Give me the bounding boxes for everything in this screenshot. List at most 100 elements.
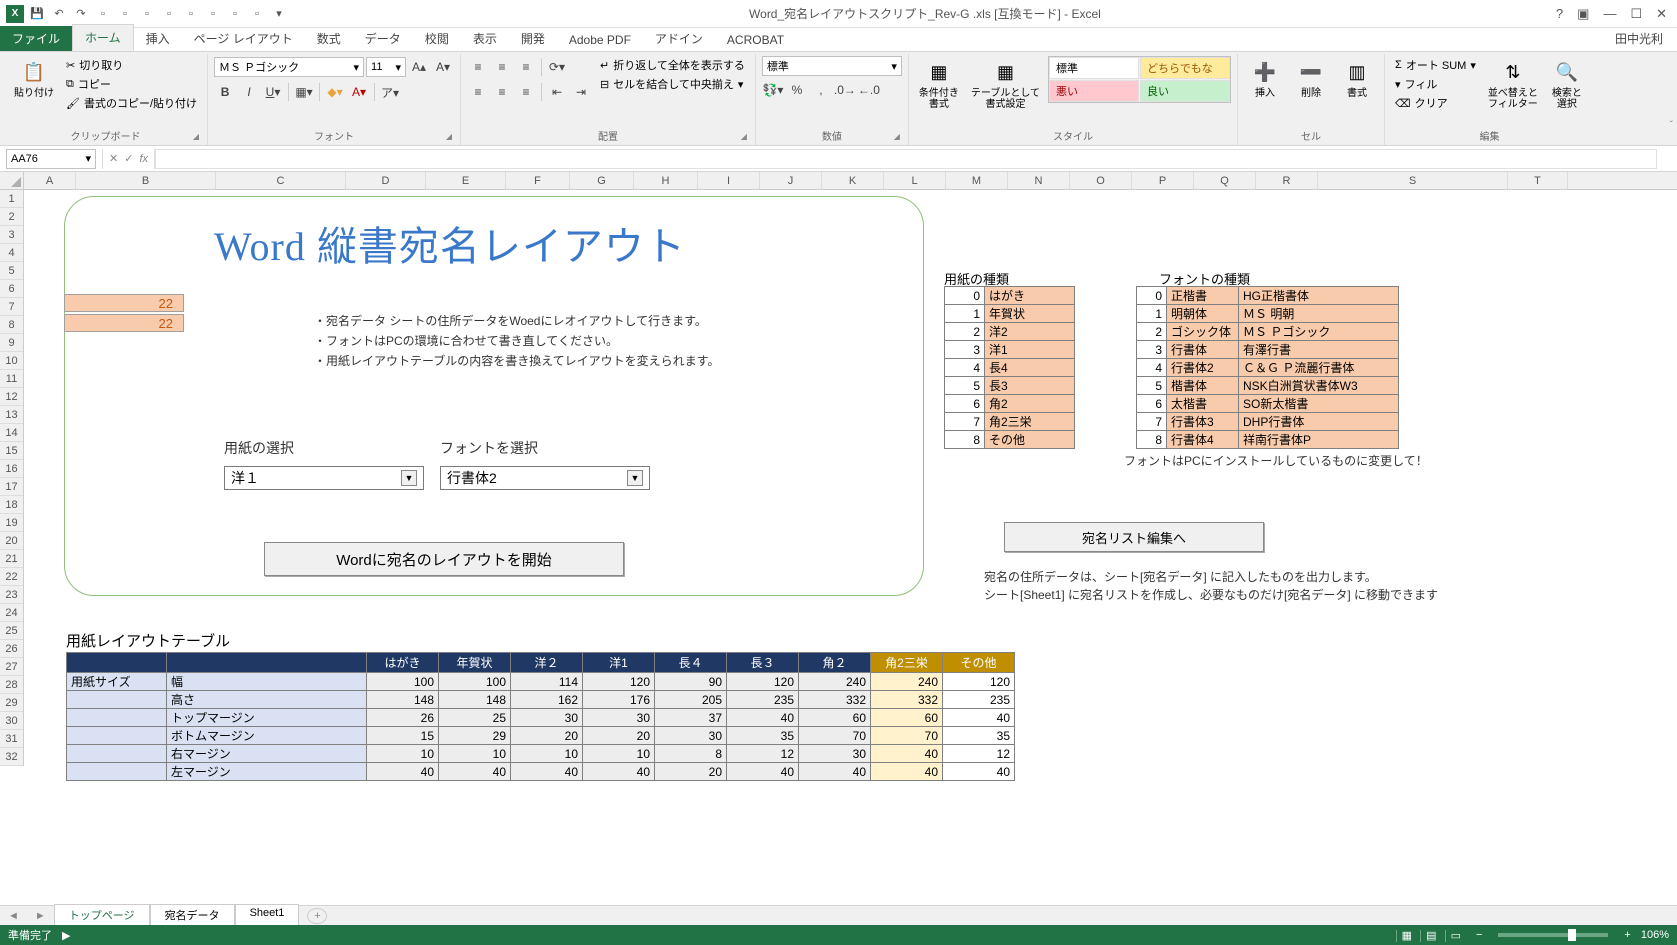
font-name-combo[interactable]: ＭＳ Ｐゴシック▾	[214, 57, 364, 77]
tab-ページ レイアウト[interactable]: ページ レイアウト	[182, 26, 305, 51]
align-left-icon[interactable]: ≡	[467, 82, 489, 102]
font-size-combo[interactable]: 11▾	[366, 57, 406, 77]
grow-font-icon[interactable]: A▴	[408, 57, 430, 77]
worksheet[interactable]: Word 縦書宛名レイアウト 22 22 ・宛名データ シートの住所データをWo…	[24, 190, 1677, 905]
indent-dec-icon[interactable]: ⇤	[546, 82, 568, 102]
orientation-icon[interactable]: ⟳▾	[546, 57, 568, 77]
redo-icon[interactable]: ↷	[72, 5, 90, 23]
font-color-button[interactable]: A▾	[348, 82, 370, 102]
sheet-tab[interactable]: 宛名データ	[150, 904, 235, 927]
row-headers[interactable]: 1234567891011121314151617181920212223242…	[0, 190, 24, 766]
dialog-launcher-icon[interactable]: ◢	[446, 132, 452, 141]
macro-record-icon[interactable]: ▶	[62, 929, 70, 942]
zoom-in-icon[interactable]: +	[1624, 929, 1630, 941]
inc-decimal-icon[interactable]: .0→	[834, 80, 856, 100]
qat-icon[interactable]: ▫	[248, 5, 266, 23]
percent-button[interactable]: %	[786, 80, 808, 100]
zoom-out-icon[interactable]: −	[1476, 929, 1482, 941]
save-icon[interactable]: 💾	[28, 5, 46, 23]
tab-挿入[interactable]: 挿入	[134, 26, 182, 51]
user-name[interactable]: 田中光利	[1601, 26, 1677, 51]
cancel-formula-icon[interactable]: ✕	[109, 152, 118, 165]
copy-button[interactable]: ⧉コピー	[62, 75, 201, 93]
maximize-icon[interactable]: ☐	[1630, 6, 1642, 22]
tab-数式[interactable]: 数式	[305, 26, 353, 51]
tab-校閲[interactable]: 校閲	[413, 26, 461, 51]
style-normal[interactable]: 標準	[1049, 57, 1139, 79]
qat-icon[interactable]: ▫	[138, 5, 156, 23]
italic-button[interactable]: I	[238, 82, 260, 102]
tab-開発[interactable]: 開発	[509, 26, 557, 51]
style-good[interactable]: 良い	[1140, 80, 1230, 102]
select-all-button[interactable]	[0, 172, 24, 190]
painter-button[interactable]: 🖌書式のコピー/貼り付け	[62, 94, 201, 112]
font-select-combo[interactable]: 行書体2▼	[440, 466, 650, 490]
comma-button[interactable]: ,	[810, 80, 832, 100]
clear-button[interactable]: ⌫クリア	[1391, 94, 1480, 112]
autosum-button[interactable]: Σオート SUM▾	[1391, 56, 1480, 74]
tab-ACROBAT[interactable]: ACROBAT	[715, 29, 796, 51]
border-button[interactable]: ▦▾	[293, 82, 315, 102]
minimize-icon[interactable]: —	[1603, 6, 1616, 22]
qat-icon[interactable]: ▫	[160, 5, 178, 23]
indent-inc-icon[interactable]: ⇥	[570, 82, 592, 102]
tab-Adobe PDF[interactable]: Adobe PDF	[557, 29, 643, 51]
wrap-text-button[interactable]: ↵折り返して全体を表示する	[596, 56, 749, 74]
help-icon[interactable]: ?	[1556, 6, 1563, 22]
qat-icon[interactable]: ▫	[182, 5, 200, 23]
tab-アドイン[interactable]: アドイン	[643, 26, 715, 51]
start-layout-button[interactable]: Wordに宛名のレイアウトを開始	[264, 542, 624, 576]
align-center-icon[interactable]: ≡	[491, 82, 513, 102]
sheet-tab[interactable]: トップページ	[54, 904, 150, 927]
fill-color-button[interactable]: ◆▾	[324, 82, 346, 102]
view-normal-icon[interactable]: ▦	[1396, 930, 1417, 942]
qat-dropdown-icon[interactable]: ▾	[270, 5, 288, 23]
name-box[interactable]: AA76▾	[6, 149, 96, 169]
cut-button[interactable]: ✂切り取り	[62, 56, 201, 74]
insert-button[interactable]: ➕挿入	[1244, 56, 1286, 101]
close-icon[interactable]: ✕	[1656, 6, 1667, 22]
number-format-combo[interactable]: 標準▾	[762, 56, 902, 76]
fill-button[interactable]: ▾フィル	[1391, 75, 1480, 93]
currency-button[interactable]: 💱▾	[762, 80, 784, 100]
align-middle-icon[interactable]: ≡	[491, 57, 513, 77]
align-right-icon[interactable]: ≡	[515, 82, 537, 102]
align-top-icon[interactable]: ≡	[467, 57, 489, 77]
dialog-launcher-icon[interactable]: ◢	[741, 132, 747, 141]
tab-ホーム[interactable]: ホーム	[72, 24, 134, 51]
ribbon-options-icon[interactable]: ▣	[1577, 6, 1589, 22]
bold-button[interactable]: B	[214, 82, 236, 102]
accept-formula-icon[interactable]: ✓	[124, 152, 133, 165]
align-bottom-icon[interactable]: ≡	[515, 57, 537, 77]
collapse-ribbon-icon[interactable]: ˇ	[1670, 120, 1673, 131]
qat-icon[interactable]: ▫	[116, 5, 134, 23]
tab-データ[interactable]: データ	[353, 26, 413, 51]
style-neutral[interactable]: どちらでもない	[1140, 57, 1230, 79]
column-headers[interactable]: ABCDEFGHIJKLMNOPQRST	[24, 172, 1677, 190]
merge-center-button[interactable]: ⊟セルを結合して中央揃え▾	[596, 75, 749, 93]
style-bad[interactable]: 悪い	[1049, 80, 1139, 102]
shrink-font-icon[interactable]: A▾	[432, 57, 454, 77]
tab-nav-prev-icon[interactable]: ◄	[0, 910, 27, 922]
qat-icon[interactable]: ▫	[94, 5, 112, 23]
paper-select-combo[interactable]: 洋１▼	[224, 466, 424, 490]
fx-icon[interactable]: fx	[139, 153, 148, 165]
tab-表示[interactable]: 表示	[461, 26, 509, 51]
cell-value[interactable]: 22	[64, 314, 184, 332]
dialog-launcher-icon[interactable]: ◢	[193, 132, 199, 141]
zoom-level[interactable]: 106%	[1641, 929, 1669, 941]
undo-icon[interactable]: ↶	[50, 5, 68, 23]
sort-filter-button[interactable]: ⇅並べ替えと フィルター	[1484, 56, 1542, 112]
format-as-table-button[interactable]: ▦テーブルとして 書式設定	[967, 56, 1044, 112]
underline-button[interactable]: U▾	[262, 82, 284, 102]
zoom-slider[interactable]	[1498, 933, 1608, 937]
sheet-tab[interactable]: Sheet1	[235, 904, 300, 927]
formula-bar[interactable]	[155, 149, 1657, 169]
qat-icon[interactable]: ▫	[204, 5, 222, 23]
qat-icon[interactable]: ▫	[226, 5, 244, 23]
edit-list-button[interactable]: 宛名リスト編集へ	[1004, 522, 1264, 552]
dialog-launcher-icon[interactable]: ◢	[894, 132, 900, 141]
phonetic-button[interactable]: ア▾	[379, 82, 401, 102]
tab-file[interactable]: ファイル	[0, 26, 72, 51]
view-pagebreak-icon[interactable]: ▭	[1445, 930, 1466, 942]
